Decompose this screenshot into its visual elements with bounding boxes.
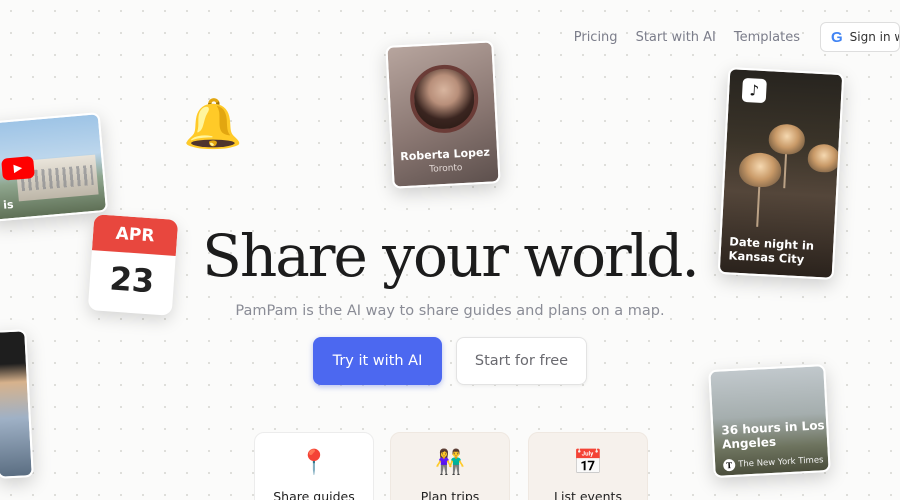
feature-tile-plan-trips[interactable]: 👫 Plan trips (390, 432, 510, 500)
cocktail-glass-image (807, 143, 841, 174)
feature-label: Share guides (273, 489, 355, 500)
profile-name: Roberta Lopez (400, 145, 491, 164)
article-source: T The New York Times (722, 454, 824, 472)
calendar-icon: 📅 (573, 448, 603, 476)
article-title: 36 hours in Los Angeles (721, 418, 825, 452)
tiktok-icon: ♪ (741, 77, 767, 104)
nav-link-templates[interactable]: Templates (734, 30, 800, 45)
feature-tile-list-events[interactable]: 📅 List events (528, 432, 648, 500)
glass-stem (783, 154, 788, 189)
nav-link-pricing[interactable]: Pricing (574, 30, 618, 45)
glass-stem (756, 186, 761, 227)
nav-link-start-with-ai[interactable]: Start with AI (636, 30, 716, 45)
youtube-play-icon: ▶ (1, 156, 35, 181)
article-card: 36 hours in Los Angeles T The New York T… (708, 364, 831, 478)
hero-title: Share your world. (202, 222, 700, 290)
hero-subtitle: PamPam is the AI way to share guides and… (235, 303, 665, 319)
bell-icon: 🔔 (183, 96, 243, 152)
pin-icon: 📍 (299, 448, 329, 476)
profile-location: Toronto (428, 163, 463, 175)
profile-card: Roberta Lopez Toronto (385, 40, 501, 189)
youtube-card-caption: is (2, 197, 15, 212)
people-icon: 👫 (435, 448, 465, 476)
nyt-logo-icon: T (722, 458, 736, 472)
feature-tile-share-guides[interactable]: 📍 Share guides (254, 432, 374, 500)
feature-label: Plan trips (420, 489, 480, 500)
google-icon: G (831, 28, 843, 46)
sunset-photo-card (0, 329, 34, 479)
article-source-label: The New York Times (737, 455, 824, 470)
top-nav: Pricing Start with AI Templates G Sign i… (574, 22, 900, 52)
feature-label: List events (554, 489, 622, 500)
start-for-free-button[interactable]: Start for free (456, 337, 587, 385)
sign-in-label: Sign in wi (849, 30, 899, 44)
try-it-with-ai-button[interactable]: Try it with AI (313, 337, 442, 385)
google-sign-in-button[interactable]: G Sign in wi (820, 22, 900, 52)
cocktail-glass-image (768, 123, 806, 156)
youtube-video-card: ▶ is (0, 112, 109, 222)
cocktail-glass-image (738, 151, 783, 188)
avatar (408, 63, 480, 135)
